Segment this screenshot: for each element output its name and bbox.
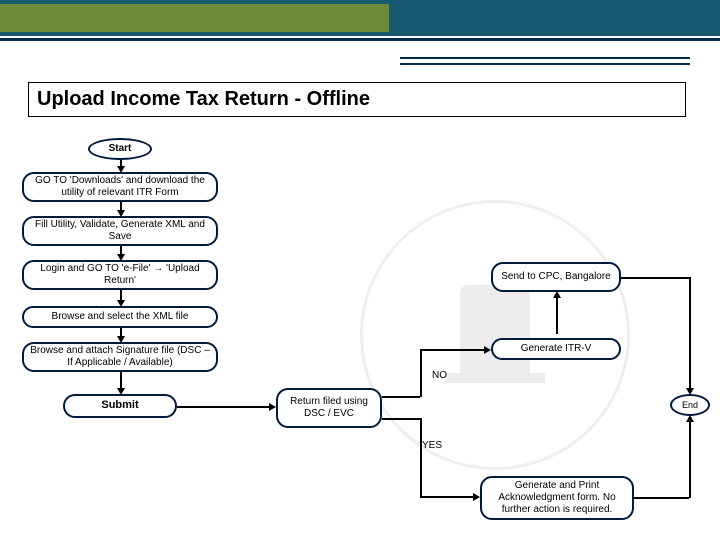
arrowhead-icon	[117, 166, 125, 173]
acknowledgment-node: Generate and Print Acknowledgment form. …	[480, 476, 634, 520]
page-title: Upload Income Tax Return - Offline	[28, 82, 686, 117]
arrow	[621, 277, 689, 279]
arrow	[556, 296, 558, 334]
arrowhead-icon	[269, 403, 276, 411]
end-node: End	[670, 394, 710, 416]
arrowhead-icon	[473, 493, 480, 501]
arrow	[689, 420, 691, 498]
arrow	[420, 418, 422, 496]
arrowhead-icon	[686, 388, 694, 395]
arrowhead-icon	[117, 210, 125, 217]
generate-itrv-node: Generate ITR-V	[491, 338, 621, 360]
step-browse-xml: Browse and select the XML file	[22, 306, 218, 328]
arrowhead-icon	[117, 300, 125, 307]
label-no: NO	[432, 370, 447, 381]
arrowhead-icon	[686, 415, 694, 422]
decision-dsc-evc: Return filed using DSC / EVC	[276, 388, 382, 428]
arrowhead-icon	[117, 336, 125, 343]
step-attach-dsc: Browse and attach Signature file (DSC – …	[22, 342, 218, 372]
step-fill-utility: Fill Utility, Validate, Generate XML and…	[22, 216, 218, 246]
arrowhead-icon	[484, 346, 491, 354]
step-login-efile: Login and GO TO 'e-File' → 'Upload Retur…	[22, 260, 218, 290]
arrow	[420, 496, 474, 498]
arrow	[177, 406, 271, 408]
arrow	[634, 497, 689, 499]
label-yes: YES	[422, 440, 442, 451]
emblem-watermark	[360, 200, 630, 470]
arrow	[420, 349, 486, 351]
step-downloads: GO TO 'Downloads' and download the utili…	[22, 172, 218, 202]
header-decoration	[0, 0, 720, 44]
submit-node: Submit	[63, 394, 177, 418]
arrowhead-icon	[117, 254, 125, 261]
arrowhead-icon	[117, 388, 125, 395]
start-node: Start	[88, 138, 152, 160]
arrow	[382, 418, 420, 420]
arrow	[689, 277, 691, 390]
arrowhead-icon	[553, 291, 561, 298]
send-cpc-node: Send to CPC, Bangalore	[491, 262, 621, 292]
arrow	[382, 396, 420, 398]
arrow	[420, 349, 422, 397]
